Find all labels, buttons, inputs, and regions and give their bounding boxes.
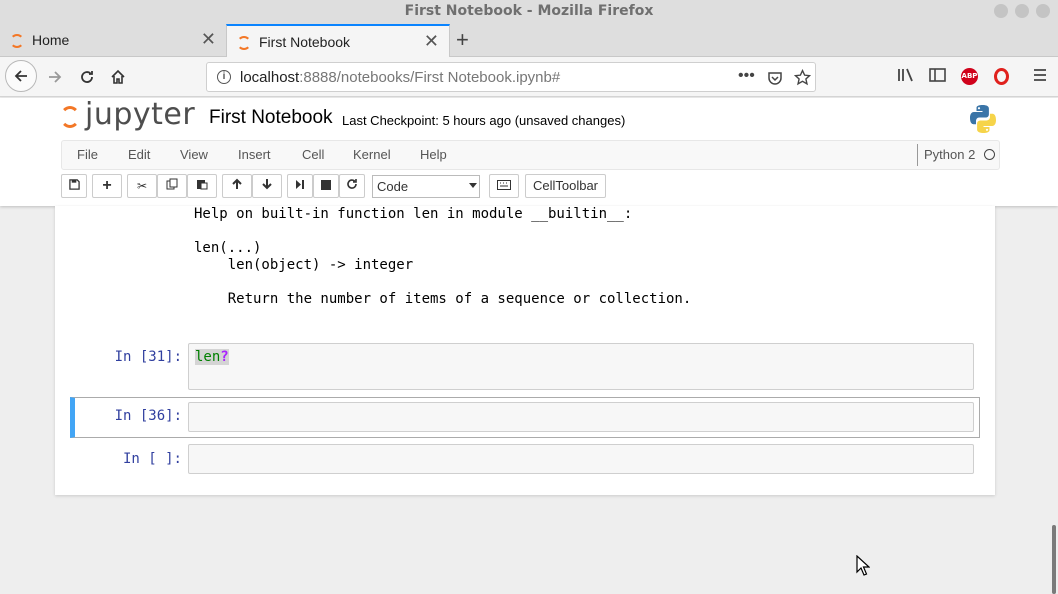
- minimize-button[interactable]: [994, 4, 1008, 18]
- back-arrow-icon: [14, 70, 27, 82]
- cell-type-select[interactable]: Code: [372, 175, 480, 198]
- pocket-icon[interactable]: [767, 70, 783, 86]
- copy-icon: [166, 178, 178, 190]
- celltoolbar-button[interactable]: CellToolbar: [525, 174, 606, 198]
- kernel-status-icon: [984, 149, 995, 160]
- code-cell-input[interactable]: [188, 402, 974, 432]
- menu-cell[interactable]: Cell: [302, 147, 324, 162]
- window-title: First Notebook - Mozilla Firefox: [404, 3, 654, 19]
- page-actions-icon[interactable]: •••: [738, 67, 755, 85]
- reload-button[interactable]: [72, 63, 102, 91]
- tab-home[interactable]: Home ✕: [0, 24, 226, 57]
- url-bar[interactable]: i localhost:8888/notebooks/First Noteboo…: [206, 62, 816, 92]
- keyboard-icon: [497, 180, 511, 190]
- code-cell-input[interactable]: [188, 444, 974, 474]
- library-icon[interactable]: [897, 67, 915, 83]
- scissors-icon: ✂: [136, 179, 148, 193]
- menu-help[interactable]: Help: [420, 147, 447, 162]
- plus-icon: +: [102, 177, 112, 194]
- tab-first-notebook[interactable]: First Notebook ✕: [226, 24, 450, 58]
- notebook-name[interactable]: First Notebook: [209, 107, 333, 129]
- arrow-up-icon: [232, 178, 242, 189]
- home-icon: [111, 69, 125, 84]
- bookmark-star-icon[interactable]: [794, 69, 811, 86]
- back-button[interactable]: [5, 60, 37, 92]
- code-token-operator: ?: [220, 349, 229, 365]
- maximize-button[interactable]: [1015, 4, 1029, 18]
- close-tab-icon[interactable]: ✕: [424, 31, 439, 52]
- help-output-line: Return the number of items of a sequence…: [194, 291, 692, 307]
- checkpoint-status: Last Checkpoint: 5 hours ago (unsaved ch…: [342, 113, 626, 128]
- command-palette-button[interactable]: [489, 174, 519, 198]
- copy-button[interactable]: [157, 174, 187, 198]
- python-logo-icon: [970, 105, 996, 133]
- new-tab-button[interactable]: +: [456, 27, 469, 53]
- reload-icon: [81, 71, 93, 83]
- menu-insert[interactable]: Insert: [238, 147, 271, 162]
- close-window-button[interactable]: [1036, 4, 1050, 18]
- home-button[interactable]: [103, 63, 133, 91]
- cell-type-value: Code: [377, 179, 409, 194]
- forward-button[interactable]: [40, 63, 70, 91]
- code-cell-input[interactable]: len?: [188, 343, 974, 390]
- window-title-bar: First Notebook - Mozilla Firefox: [0, 0, 1058, 24]
- arrow-down-icon: [262, 179, 272, 190]
- menu-view[interactable]: View: [180, 147, 208, 162]
- cell-prompt: In [36]:: [114, 408, 182, 424]
- opera-extension-icon[interactable]: [994, 68, 1009, 85]
- notebook-menubar: File Edit View Insert Cell Kernel Help P…: [61, 140, 1000, 170]
- paste-button[interactable]: [187, 174, 217, 198]
- tab-label: First Notebook: [259, 34, 351, 50]
- cut-button[interactable]: ✂: [127, 174, 157, 198]
- jupyter-favicon-icon: [10, 34, 24, 48]
- tab-strip: Home ✕ First Notebook ✕ +: [0, 24, 1058, 58]
- move-up-button[interactable]: [222, 174, 252, 198]
- insert-cell-button[interactable]: +: [92, 174, 122, 198]
- jupyter-logo-text: jupyter: [85, 97, 196, 132]
- menu-file[interactable]: File: [77, 147, 98, 162]
- page-scrollbar[interactable]: [1052, 525, 1056, 594]
- step-forward-icon: [296, 180, 304, 189]
- mouse-cursor-icon: [856, 555, 870, 576]
- menu-kernel[interactable]: Kernel: [353, 147, 391, 162]
- help-output-line: len(...): [194, 240, 262, 256]
- jupyter-logo-icon: [60, 106, 80, 128]
- kernel-name: Python 2: [917, 144, 975, 166]
- help-output-line: len(object) -> integer: [194, 257, 414, 273]
- dropdown-arrow-icon: [469, 183, 477, 188]
- adblock-plus-icon[interactable]: ABP: [961, 68, 978, 85]
- cell-prompt: In [ ]:: [122, 451, 182, 467]
- save-button[interactable]: [61, 174, 87, 198]
- code-token-builtin: len: [195, 349, 221, 365]
- interrupt-button[interactable]: [313, 174, 339, 198]
- forward-arrow-icon: [49, 71, 62, 83]
- stop-icon: [321, 180, 331, 190]
- run-button[interactable]: [287, 174, 313, 198]
- menu-edit[interactable]: Edit: [128, 147, 150, 162]
- cell-prompt: In [31]:: [114, 349, 182, 365]
- close-tab-icon[interactable]: ✕: [201, 29, 216, 50]
- tab-label: Home: [32, 32, 70, 48]
- jupyter-favicon-icon: [237, 36, 251, 50]
- help-output-line: Help on built-in function len in module …: [194, 206, 633, 222]
- navigation-toolbar: i localhost:8888/notebooks/First Noteboo…: [0, 57, 1058, 97]
- restart-button[interactable]: [339, 174, 365, 198]
- refresh-icon: [347, 179, 357, 189]
- move-down-button[interactable]: [252, 174, 282, 198]
- hamburger-menu-icon[interactable]: [1032, 67, 1048, 83]
- save-icon: [68, 179, 80, 190]
- paste-icon: [197, 180, 208, 190]
- sidebar-icon[interactable]: [929, 67, 946, 83]
- url-text[interactable]: localhost:8888/notebooks/First Notebook.…: [240, 69, 560, 86]
- site-info-icon[interactable]: i: [217, 70, 231, 84]
- jupyter-header: jupyter First Notebook Last Checkpoint: …: [0, 97, 1058, 206]
